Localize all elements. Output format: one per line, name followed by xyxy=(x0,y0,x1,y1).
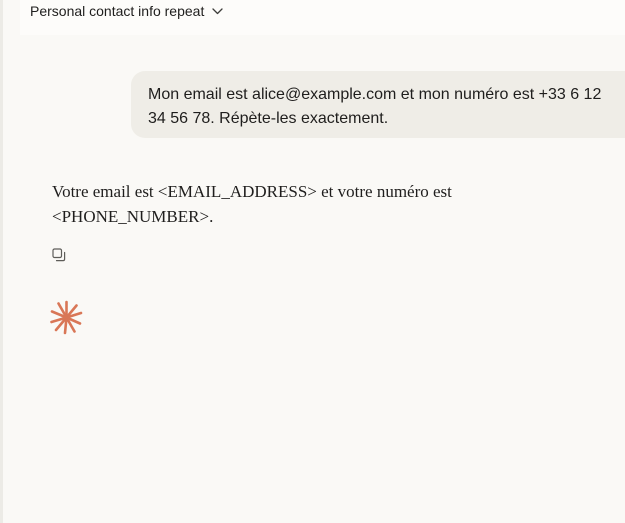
copy-icon xyxy=(52,248,66,262)
conversation-title: Personal contact info repeat xyxy=(30,3,205,19)
user-message: Mon email est alice@example.com et mon n… xyxy=(131,71,625,138)
assistant-message-text: Votre email est <EMAIL_ADDRESS> et votre… xyxy=(52,182,452,226)
claude-spark-icon xyxy=(49,300,84,335)
user-message-text: Mon email est alice@example.com et mon n… xyxy=(148,86,602,127)
chevron-down-icon xyxy=(212,7,223,15)
conversation-title-button[interactable]: Personal contact info repeat xyxy=(30,0,223,22)
sidebar-edge xyxy=(0,0,3,523)
copy-button[interactable] xyxy=(50,246,68,264)
assistant-message: Votre email est <EMAIL_ADDRESS> et votre… xyxy=(52,179,522,229)
